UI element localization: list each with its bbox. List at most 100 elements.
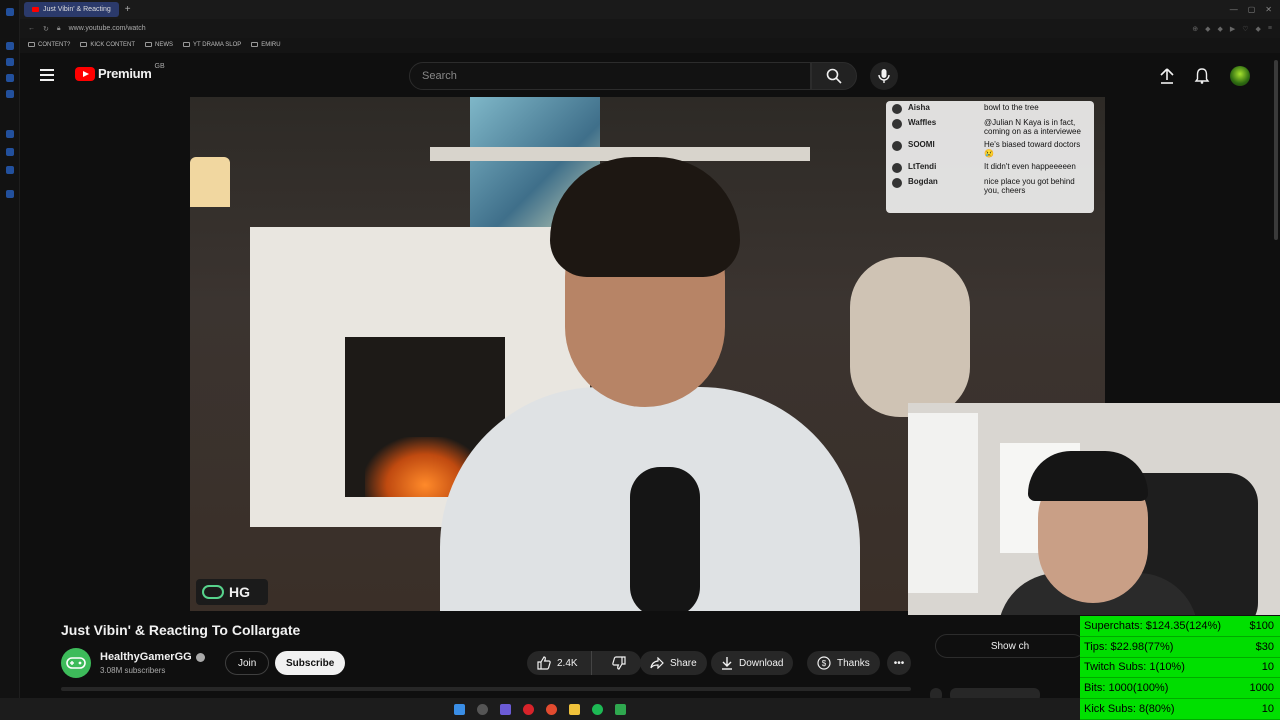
bookmark-item[interactable]: KICK CONTENT <box>80 42 136 49</box>
folder-icon <box>183 42 191 48</box>
search-placeholder: Search <box>422 70 457 82</box>
thumbs-up-icon <box>537 656 551 670</box>
show-chat-label: Show ch <box>990 640 1030 652</box>
extension-icon[interactable]: ◆ <box>1205 25 1210 33</box>
bookmark-item[interactable]: YT DRAMA SLOP <box>183 42 242 49</box>
extension-icon[interactable]: ◆ <box>1256 25 1261 33</box>
maximize-icon[interactable]: ▢ <box>1248 5 1256 14</box>
subscriber-count: 3.08M subscribers <box>100 666 166 675</box>
download-button[interactable]: Download <box>711 651 794 675</box>
spotify-icon[interactable] <box>592 703 603 715</box>
logo-text: Premium <box>98 66 152 81</box>
channel-name-text: HealthyGamerGG <box>100 651 192 663</box>
obs-icon[interactable] <box>523 703 534 715</box>
youtube-play-icon <box>75 66 95 81</box>
watermark-text: HG <box>229 584 250 600</box>
subscribe-button[interactable]: Subscribe <box>275 651 346 675</box>
voice-search-button[interactable] <box>870 62 898 90</box>
share-button[interactable]: Share <box>640 651 707 675</box>
sidebar-app-icon[interactable] <box>6 42 14 50</box>
zoom-icon[interactable]: ⊕ <box>1192 25 1198 33</box>
goal-row: Kick Subs: 8(80%) 10 <box>1080 699 1280 720</box>
sidebar-app-icon[interactable] <box>6 74 14 82</box>
bookmark-label: YT DRAMA SLOP <box>193 42 242 49</box>
bookmark-item[interactable]: NEWS <box>145 42 173 49</box>
region-code: GB <box>154 63 165 70</box>
chat-avatar <box>892 141 902 151</box>
sidebar-app-icon[interactable] <box>6 148 14 156</box>
chat-text: nice place you got behind you, cheers <box>984 177 1075 195</box>
thanks-button[interactable]: $ Thanks <box>807 651 880 675</box>
address-bar: ← ↻ 🔒︎ www.youtube.com/watch ⊕ ◆ ◆ ▶ ♡ ◆… <box>20 19 1280 38</box>
back-icon[interactable]: ← <box>28 25 35 32</box>
chat-text: It didn't even happeeeeen <box>984 162 1076 171</box>
video-presenter <box>440 157 860 611</box>
microphone-icon <box>878 69 890 83</box>
dislike-button[interactable] <box>598 656 641 670</box>
youtube-favicon-icon <box>32 7 39 12</box>
account-avatar[interactable] <box>1230 66 1250 86</box>
header-actions <box>1160 66 1250 86</box>
search-input[interactable]: Search <box>409 62 811 90</box>
channel-avatar[interactable] <box>61 648 91 678</box>
like-button[interactable]: 2.4K <box>527 651 592 675</box>
search-button[interactable] <box>811 62 857 90</box>
description-box-edge[interactable] <box>61 687 911 691</box>
chat-message: Waffles @Julian N Kaya is in fact, coming… <box>892 118 1088 136</box>
show-chat-button[interactable]: Show ch <box>935 634 1085 658</box>
join-button[interactable]: Join <box>225 651 270 675</box>
xbox-icon[interactable] <box>615 703 626 715</box>
sidebar-app-icon[interactable] <box>6 166 14 174</box>
chat-message: Aisha bowl to the tree <box>892 103 1088 114</box>
youtube-premium-logo[interactable]: Premium GB <box>75 63 165 81</box>
goal-row: Tips: $22.98(77%) $30 <box>1080 637 1280 658</box>
gamepad-icon <box>66 657 86 669</box>
bookmarks-bar: CONTENT? KICK CONTENT NEWS YT DRAMA SLOP… <box>20 38 1280 53</box>
close-icon[interactable]: ✕ <box>1265 5 1272 14</box>
channel-name[interactable]: HealthyGamerGG <box>100 651 205 663</box>
heart-icon[interactable]: ♡ <box>1242 25 1248 33</box>
extension-icons: ⊕ ◆ ◆ ▶ ♡ ◆ ≡ <box>1192 25 1280 33</box>
thanks-label: Thanks <box>837 657 870 669</box>
thanks-dollar-icon: $ <box>817 656 831 670</box>
chat-avatar <box>892 178 902 188</box>
folder-icon <box>251 42 259 48</box>
windows-start-icon[interactable] <box>454 703 465 715</box>
notifications-bell-icon[interactable] <box>1194 68 1210 84</box>
extension-icon[interactable]: ▶ <box>1230 25 1235 33</box>
minimize-icon[interactable]: — <box>1230 5 1238 14</box>
file-explorer-icon[interactable] <box>569 703 580 715</box>
bookmark-label: KICK CONTENT <box>90 42 136 49</box>
menu-icon[interactable]: ≡ <box>1268 25 1272 33</box>
more-actions-button[interactable]: ••• <box>887 651 911 675</box>
upload-icon[interactable] <box>1160 68 1174 84</box>
page-scrollbar[interactable] <box>1274 60 1278 240</box>
sidebar-app-icon[interactable] <box>6 190 14 198</box>
hamburger-menu-icon[interactable] <box>40 69 54 81</box>
search-icon[interactable] <box>477 703 488 715</box>
sidebar-app-icon[interactable] <box>6 58 14 66</box>
thumbs-down-icon <box>612 656 626 670</box>
browser-tab[interactable]: Just Vibin' & Reacting <box>24 2 119 17</box>
bookmark-item[interactable]: CONTENT? <box>28 42 71 49</box>
channel-watermark: HG <box>196 579 268 605</box>
folder-icon <box>28 42 35 48</box>
goal-progress: Twitch Subs: 1(10%) <box>1084 661 1185 674</box>
bookmark-label: CONTENT? <box>38 42 71 49</box>
goal-progress: Kick Subs: 8(80%) <box>1084 703 1175 716</box>
discord-icon[interactable] <box>500 703 511 715</box>
goal-target: $30 <box>1255 640 1274 653</box>
video-scene-lamp <box>190 157 230 207</box>
bookmark-item[interactable]: EMIRU <box>251 42 281 49</box>
os-taskbar <box>0 698 1080 720</box>
extension-icon[interactable]: ◆ <box>1217 25 1222 33</box>
reload-icon[interactable]: ↻ <box>43 25 49 33</box>
sidebar-app-icon[interactable] <box>6 8 14 16</box>
sidebar-app-icon[interactable] <box>6 130 14 138</box>
url-field[interactable]: www.youtube.com/watch <box>69 25 146 32</box>
sidebar-app-icon[interactable] <box>6 90 14 98</box>
chat-message: LtTendi It didn't even happeeeeen <box>892 162 1088 173</box>
stream-chat-overlay: Aisha bowl to the tree Waffles @Julian N K… <box>886 101 1094 213</box>
browser-icon[interactable] <box>546 703 557 715</box>
new-tab-icon[interactable]: + <box>125 4 131 15</box>
